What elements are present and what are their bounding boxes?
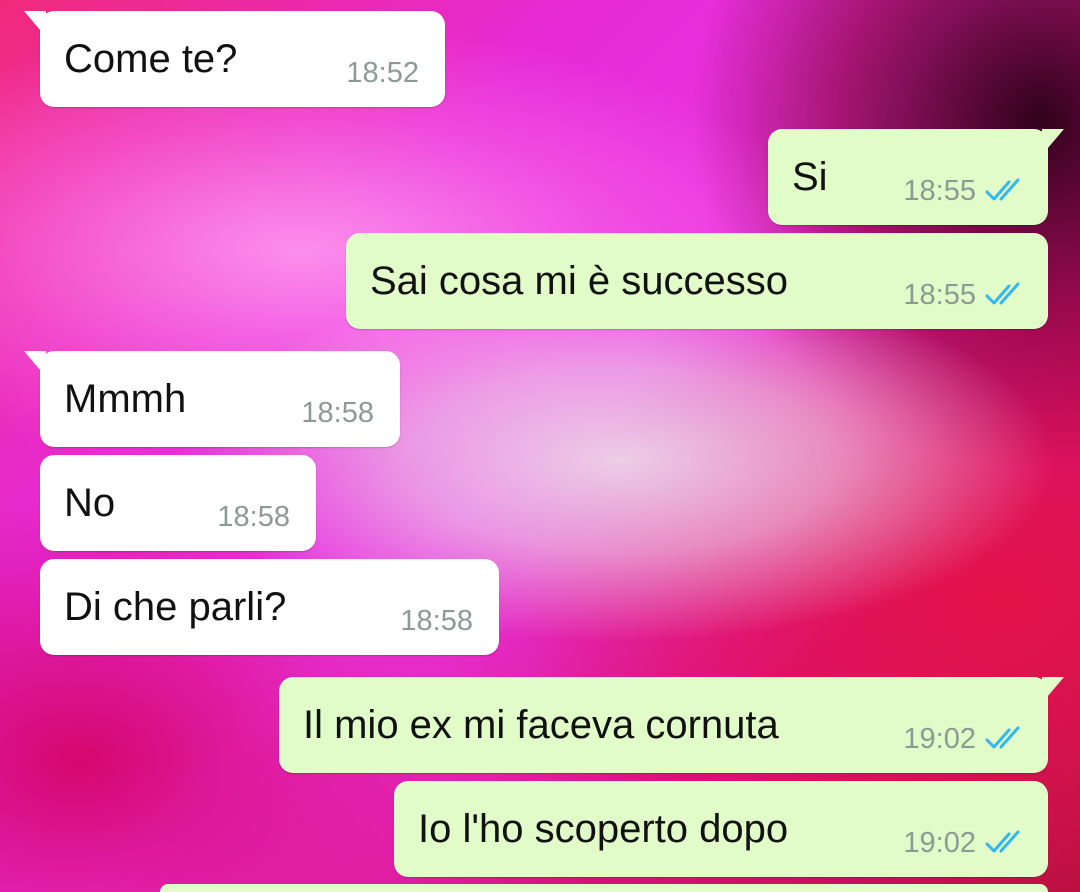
message-meta: 18:55 bbox=[903, 279, 1028, 311]
bubble-tail bbox=[1042, 129, 1064, 155]
message-bubble-incoming[interactable]: No 18:58 bbox=[40, 455, 316, 551]
message-text: Come te? bbox=[64, 37, 238, 81]
message-meta: 18:58 bbox=[400, 605, 473, 637]
message-bubble-outgoing-partial[interactable] bbox=[160, 884, 1048, 892]
message-text: Si bbox=[792, 155, 828, 199]
message-bubble-outgoing[interactable]: Sai cosa mi è successo 18:55 bbox=[346, 233, 1048, 329]
double-check-icon bbox=[985, 282, 1020, 305]
bubble-tail bbox=[24, 351, 46, 377]
message-text: Il mio ex mi faceva cornuta bbox=[303, 703, 779, 747]
message-bubble-incoming[interactable]: Di che parli? 18:58 bbox=[40, 559, 499, 655]
message-time: 18:55 bbox=[903, 279, 976, 311]
message-bubble-outgoing[interactable]: Si 18:55 bbox=[768, 129, 1064, 225]
message-text: Di che parli? bbox=[64, 585, 287, 629]
message-time: 18:55 bbox=[903, 175, 976, 207]
message-meta: 18:52 bbox=[346, 57, 419, 89]
message-bubble-outgoing[interactable]: Io l'ho scoperto dopo 19:02 bbox=[394, 781, 1048, 877]
double-check-icon bbox=[985, 830, 1020, 853]
message-bubble-outgoing[interactable]: Il mio ex mi faceva cornuta 19:02 bbox=[279, 677, 1064, 773]
message-time: 18:58 bbox=[217, 501, 290, 533]
double-check-icon bbox=[985, 178, 1020, 201]
double-check-icon bbox=[985, 726, 1020, 749]
message-time: 18:52 bbox=[346, 57, 419, 89]
message-meta: 18:55 bbox=[903, 175, 1028, 207]
bubble-tail bbox=[1042, 677, 1064, 703]
message-text: Io l'ho scoperto dopo bbox=[418, 807, 789, 851]
message-text: Sai cosa mi è successo bbox=[370, 259, 788, 303]
message-time: 19:02 bbox=[903, 723, 976, 755]
message-time: 18:58 bbox=[400, 605, 473, 637]
message-meta: 18:58 bbox=[301, 397, 374, 429]
message-text: Mmmh bbox=[64, 377, 187, 421]
message-meta: 19:02 bbox=[903, 723, 1028, 755]
message-text: No bbox=[64, 481, 116, 525]
message-meta: 19:02 bbox=[903, 827, 1028, 859]
message-bubble-incoming[interactable]: Come te? 18:52 bbox=[24, 11, 445, 107]
bubble-tail bbox=[24, 11, 46, 37]
message-time: 19:02 bbox=[903, 827, 976, 859]
message-bubble-incoming[interactable]: Mmmh 18:58 bbox=[24, 351, 400, 447]
message-meta: 18:58 bbox=[217, 501, 290, 533]
message-time: 18:58 bbox=[301, 397, 374, 429]
